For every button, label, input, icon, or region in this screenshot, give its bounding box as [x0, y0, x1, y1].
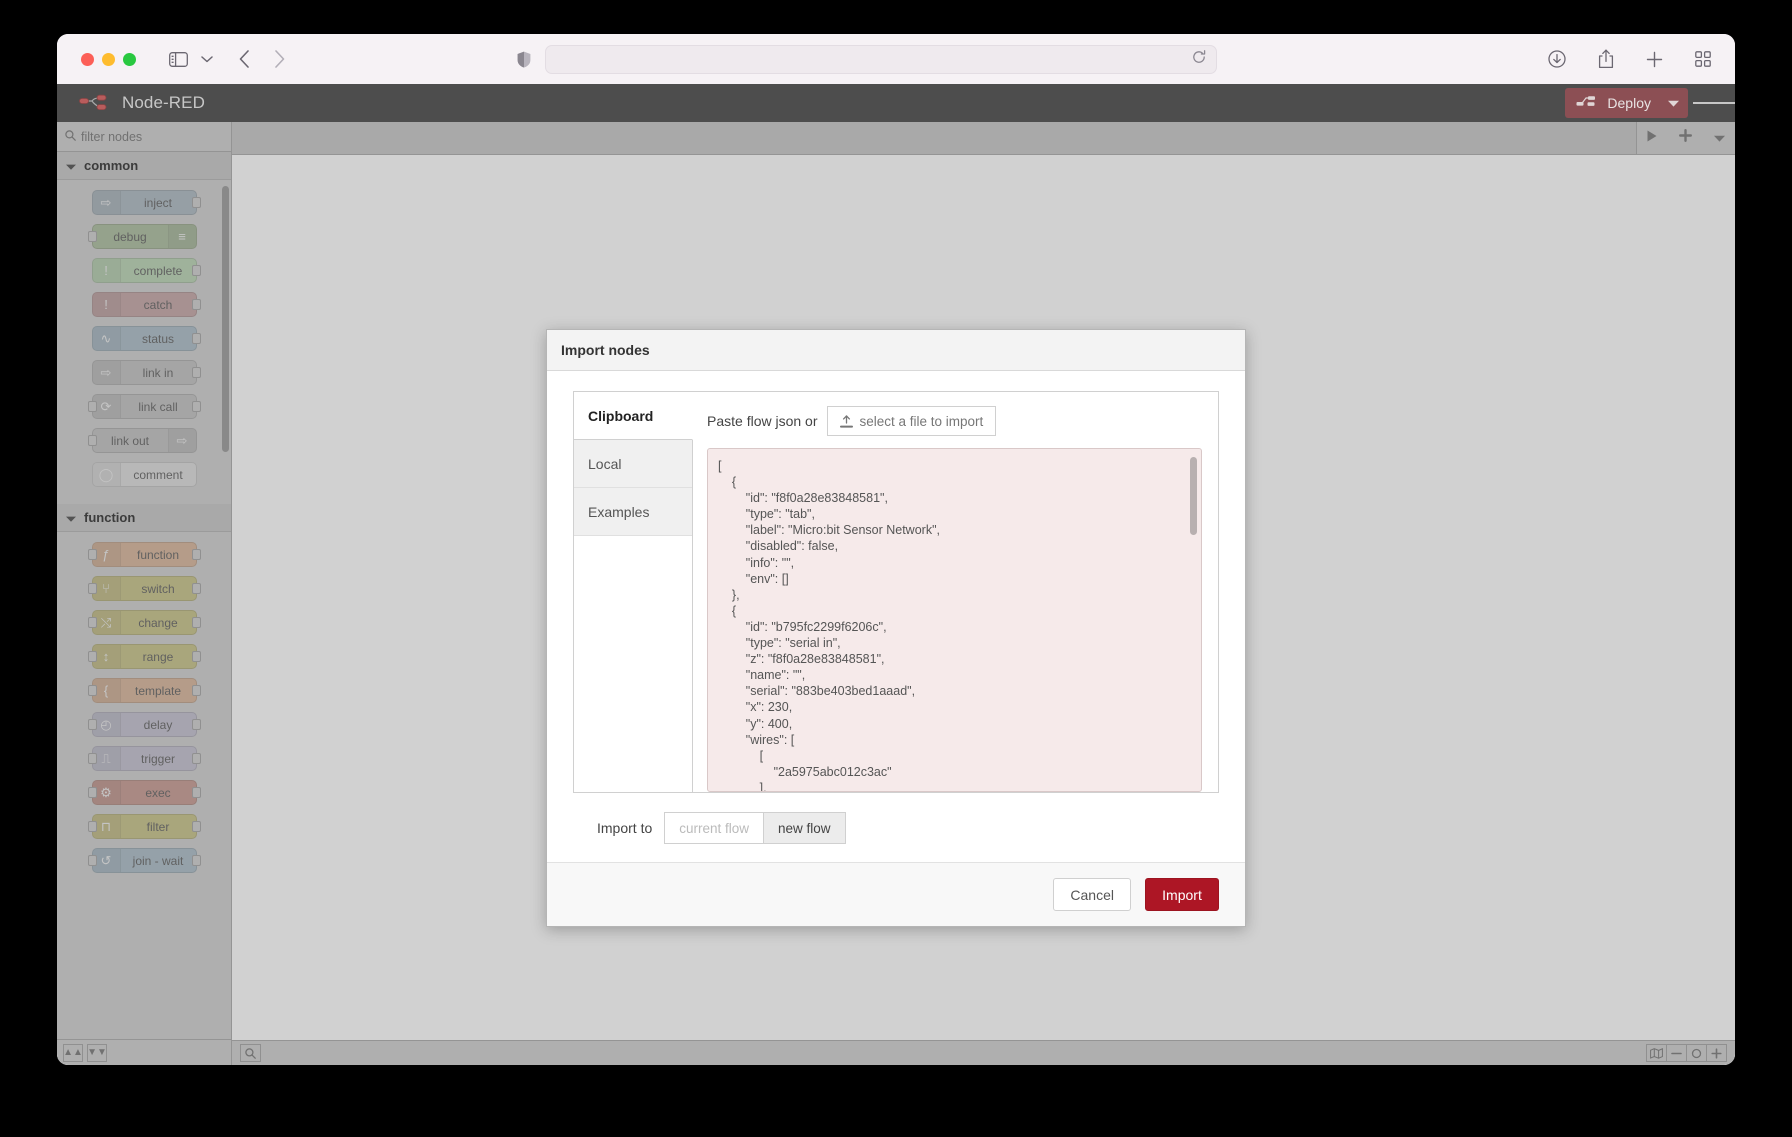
- reload-icon[interactable]: [1192, 49, 1206, 69]
- download-icon[interactable]: [1548, 50, 1566, 68]
- address-bar[interactable]: [545, 44, 1217, 74]
- import-content: Paste flow json or select a file to impo…: [693, 392, 1218, 792]
- paste-row: Paste flow json or select a file to impo…: [707, 406, 1202, 436]
- deploy-chevron-down-icon[interactable]: [1668, 94, 1679, 112]
- chevron-down-icon[interactable]: [201, 55, 213, 63]
- dialog-body: Clipboard Local Examples Paste flow json…: [547, 371, 1245, 862]
- close-window-button[interactable]: [81, 52, 94, 66]
- window-controls: [81, 52, 136, 66]
- browser-toolbar-right: [1548, 49, 1717, 69]
- import-source-tabs: Clipboard Local Examples: [574, 392, 693, 792]
- import-target-segmented-control: current flow new flow: [664, 812, 846, 844]
- select-file-button-label: select a file to import: [859, 413, 984, 429]
- hamburger-line: [1721, 102, 1735, 104]
- import-to-row: Import to current flow new flow: [573, 793, 1219, 862]
- segment-current-flow-label: current flow: [679, 820, 750, 836]
- minimize-window-button[interactable]: [102, 52, 115, 66]
- import-button[interactable]: Import: [1145, 878, 1219, 911]
- tab-examples-label: Examples: [588, 503, 650, 520]
- tab-local[interactable]: Local: [574, 440, 692, 488]
- import-to-label: Import to: [597, 820, 653, 836]
- shield-icon[interactable]: [517, 51, 531, 68]
- flow-json-text: [ { "id": "f8f0a28e83848581", "type": "t…: [718, 459, 940, 792]
- deploy-button[interactable]: Deploy: [1565, 88, 1688, 118]
- dialog-footer: Cancel Import: [547, 862, 1245, 926]
- upload-icon: [839, 414, 853, 428]
- tab-examples[interactable]: Examples: [574, 488, 692, 536]
- segment-new-flow-label: new flow: [778, 820, 831, 836]
- deploy-node-icon: [1576, 94, 1598, 113]
- share-icon[interactable]: [1598, 49, 1614, 69]
- segment-new-flow[interactable]: new flow: [764, 813, 845, 843]
- cancel-button[interactable]: Cancel: [1053, 878, 1131, 911]
- import-button-label: Import: [1162, 886, 1202, 903]
- dialog-title: Import nodes: [547, 330, 1245, 371]
- new-tab-plus-icon[interactable]: [1646, 51, 1663, 68]
- tab-clipboard[interactable]: Clipboard: [574, 392, 693, 440]
- browser-toolbar: [57, 34, 1735, 84]
- select-file-button[interactable]: select a file to import: [826, 406, 997, 436]
- node-red-app: Node-RED Deploy filter nodes common ⇨ in…: [57, 84, 1735, 1065]
- tab-clipboard-label: Clipboard: [588, 407, 654, 424]
- import-nodes-dialog: Import nodes Clipboard Local Examples Pa…: [546, 329, 1246, 927]
- json-textarea-scrollbar[interactable]: [1190, 457, 1197, 535]
- main-menu-button[interactable]: [1693, 84, 1735, 122]
- back-arrow-icon[interactable]: [239, 50, 250, 68]
- hamburger-line: [1693, 102, 1707, 104]
- browser-window: Node-RED Deploy filter nodes common ⇨ in…: [57, 34, 1735, 1065]
- sidebar-toggle-icon[interactable]: [169, 51, 188, 67]
- app-title: Node-RED: [122, 93, 205, 112]
- segment-current-flow[interactable]: current flow: [665, 813, 765, 843]
- hamburger-line: [1707, 102, 1721, 104]
- forward-arrow-icon[interactable]: [274, 50, 285, 68]
- tab-overview-icon[interactable]: [1695, 51, 1711, 67]
- app-header: Node-RED Deploy: [57, 84, 1735, 122]
- paste-flow-json-label: Paste flow json or: [707, 413, 818, 429]
- node-red-logo-icon: [79, 93, 113, 113]
- import-panel: Clipboard Local Examples Paste flow json…: [573, 391, 1219, 793]
- app-header-right: Deploy: [1565, 84, 1735, 122]
- maximize-window-button[interactable]: [123, 52, 136, 66]
- flow-json-textarea[interactable]: [ { "id": "f8f0a28e83848581", "type": "t…: [707, 448, 1202, 792]
- tab-local-label: Local: [588, 455, 622, 472]
- deploy-button-label: Deploy: [1607, 95, 1651, 111]
- cancel-button-label: Cancel: [1070, 886, 1114, 903]
